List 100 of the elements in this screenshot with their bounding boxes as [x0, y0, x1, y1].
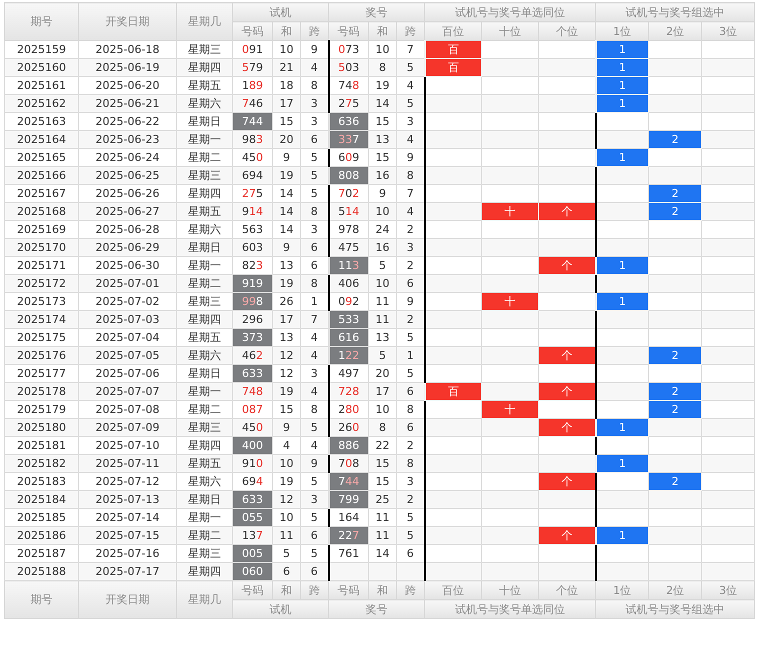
table-cell: 3: [300, 220, 329, 238]
number-cell: 603: [232, 238, 272, 256]
table-cell: 19: [272, 382, 300, 400]
number-cell: 503: [328, 58, 369, 76]
table-cell: 19: [272, 166, 300, 184]
table-cell: 24: [368, 220, 397, 238]
column-header: 十位: [482, 580, 539, 600]
number-cell: 514: [328, 202, 369, 220]
table-cell: 11: [368, 310, 397, 328]
table-cell: 3: [396, 112, 425, 130]
table-cell: 2025-07-01: [78, 274, 176, 292]
table-cell: 2025-06-29: [78, 238, 176, 256]
match-marker: 1: [596, 256, 649, 274]
table-cell: 2025184: [4, 490, 78, 508]
table-cell: 10: [272, 508, 300, 526]
number-cell: 983: [232, 130, 272, 148]
table-cell: 2025181: [4, 436, 78, 454]
number-cell: 533: [328, 310, 369, 328]
table-cell: 2025173: [4, 292, 78, 310]
number-cell: 373: [232, 328, 272, 346]
column-header: 和: [368, 22, 397, 40]
table-cell: 星期六: [176, 94, 232, 112]
match-marker: 1: [596, 454, 649, 472]
table-cell: 6: [300, 562, 329, 580]
table-cell: 15: [368, 472, 397, 490]
column-header: 和: [272, 22, 300, 40]
match-marker: 1: [596, 526, 649, 544]
table-cell: 5: [300, 418, 329, 436]
table-cell: 19: [272, 274, 300, 292]
table-cell: 22: [368, 436, 397, 454]
number-cell: 998: [232, 292, 272, 310]
table-cell: 2: [396, 256, 425, 274]
column-header: 1位: [596, 580, 649, 600]
table-cell: 5: [300, 166, 329, 184]
number-cell: 055: [232, 508, 272, 526]
table-cell: 5: [300, 544, 329, 562]
table-cell: 10: [368, 274, 397, 292]
table-cell: 星期三: [176, 418, 232, 436]
table-cell: 星期日: [176, 112, 232, 130]
table-cell: 2025-07-02: [78, 292, 176, 310]
table-cell: 2025-06-20: [78, 76, 176, 94]
table-cell: 2025176: [4, 346, 78, 364]
column-header: 个位: [538, 580, 596, 600]
table-cell: 13: [272, 256, 300, 274]
table-cell: 2025-07-13: [78, 490, 176, 508]
match-marker: 1: [596, 58, 649, 76]
table-cell: 2: [396, 490, 425, 508]
column-header: 和: [272, 580, 300, 600]
table-cell: 8: [300, 274, 329, 292]
table-cell: 2025-07-06: [78, 364, 176, 382]
table-cell: 星期四: [176, 562, 232, 580]
table-cell: 5: [368, 256, 397, 274]
table-cell: 8: [368, 58, 397, 76]
table-cell: 10: [368, 202, 397, 220]
table-cell: 13: [272, 328, 300, 346]
table-cell: 5: [272, 544, 300, 562]
table-cell: 星期三: [176, 292, 232, 310]
match-marker: 百: [424, 58, 482, 76]
number-cell: 702: [328, 184, 369, 202]
number-cell: 087: [232, 400, 272, 418]
table-cell: 星期一: [176, 256, 232, 274]
table-cell: 6: [396, 382, 425, 400]
table-cell: 2025-07-03: [78, 310, 176, 328]
table-cell: 2025-07-11: [78, 454, 176, 472]
number-cell: 400: [232, 436, 272, 454]
column-header: 跨: [396, 22, 425, 40]
number-cell: 275: [328, 94, 369, 112]
column-group-header: 试机: [232, 2, 329, 22]
match-marker: 个: [538, 472, 596, 490]
table-cell: 星期六: [176, 346, 232, 364]
table-cell: 2025172: [4, 274, 78, 292]
number-cell: 636: [328, 112, 369, 130]
table-cell: 8: [396, 166, 425, 184]
table-cell: 16: [368, 238, 397, 256]
table-cell: 9: [272, 148, 300, 166]
table-cell: 星期五: [176, 202, 232, 220]
column-header: 个位: [538, 22, 596, 40]
table-cell: 2025-07-17: [78, 562, 176, 580]
match-marker: 十: [482, 292, 539, 310]
table-cell: 20: [272, 130, 300, 148]
number-cell: 746: [232, 94, 272, 112]
table-cell: 星期六: [176, 472, 232, 490]
table-cell: 2025-07-04: [78, 328, 176, 346]
table-cell: 14: [272, 202, 300, 220]
table-cell: 15: [368, 148, 397, 166]
table-cell: 4: [396, 76, 425, 94]
table-cell: 19: [272, 472, 300, 490]
table-cell: 2025-06-18: [78, 40, 176, 58]
table-cell: 2025169: [4, 220, 78, 238]
table-cell: 5: [396, 364, 425, 382]
column-header: 号码: [328, 580, 369, 600]
number-cell: 563: [232, 220, 272, 238]
number-cell: 227: [328, 526, 369, 544]
match-marker: 个: [538, 382, 596, 400]
number-cell: 073: [328, 40, 369, 58]
number-cell: 633: [232, 364, 272, 382]
table-cell: 2025-06-21: [78, 94, 176, 112]
table-cell: 17: [272, 94, 300, 112]
table-cell: 2025-07-08: [78, 400, 176, 418]
number-cell: 475: [328, 238, 369, 256]
